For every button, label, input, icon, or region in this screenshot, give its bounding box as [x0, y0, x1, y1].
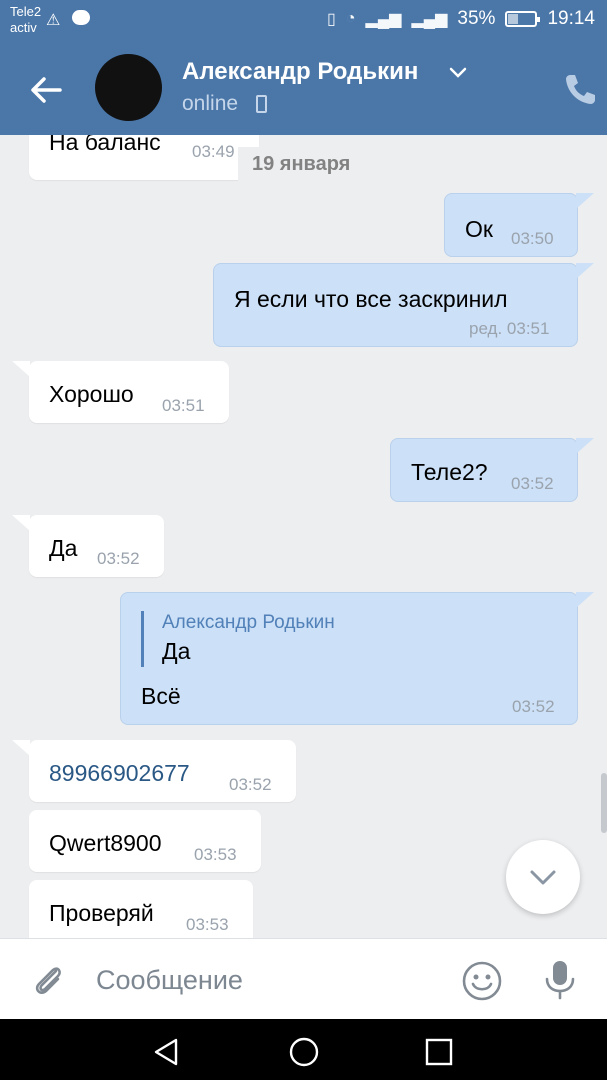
phone-icon[interactable] — [559, 68, 599, 108]
bubble-tail — [576, 263, 594, 279]
phone-number-link[interactable]: 89966902677 — [49, 760, 190, 787]
nav-home-icon[interactable] — [287, 1035, 321, 1069]
battery-percent: 35% — [457, 8, 496, 29]
message-outgoing[interactable]: Ок 03:50 — [444, 193, 578, 257]
signal-icon-2: ▂▄▆ — [411, 11, 448, 28]
message-time: 03:51 — [162, 396, 205, 415]
message-text: На баланс — [49, 135, 161, 155]
carrier-label: Tele2 activ — [10, 4, 41, 36]
reply-author: Александр Родькин — [162, 612, 335, 633]
reply-text: Да — [162, 638, 191, 664]
message-time: 03:53 — [186, 915, 229, 934]
back-arrow-icon[interactable] — [26, 70, 66, 110]
message-text: Я если что все заскринил — [234, 286, 508, 312]
nav-back-icon[interactable] — [150, 1035, 184, 1069]
bubble-tail — [576, 438, 594, 454]
message-time-value: 03:51 — [506, 319, 550, 338]
message-outgoing-reply[interactable]: Александр Родькин Да Всё 03:52 — [120, 592, 578, 725]
mobile-icon — [256, 95, 267, 113]
message-composer — [0, 938, 607, 1019]
message-incoming[interactable]: Проверяй 03:53 — [29, 880, 253, 938]
smile-icon[interactable] — [460, 959, 504, 1003]
scroll-down-icon — [530, 870, 556, 885]
chat-header: Александр Родькин online — [0, 40, 607, 135]
clock: 19:14 — [547, 8, 595, 29]
carrier-status: activ — [10, 20, 37, 35]
chat-notification-icon — [72, 10, 90, 25]
scroll-down-button[interactable] — [506, 840, 580, 914]
edited-label: ред. — [469, 319, 503, 338]
signal-icon: ▂▄▆ — [365, 11, 402, 28]
message-time: ред. 03:51 — [469, 319, 549, 339]
message-outgoing[interactable]: Я если что все заскринил ред. 03:51 — [213, 263, 578, 347]
message-incoming[interactable]: Хорошо 03:51 — [29, 361, 229, 423]
message-time: 03:49 — [192, 142, 235, 161]
status-right: ▯ ◔ ▂▄▆ ▂▄▆ 35% 19:14 — [327, 8, 595, 30]
vibrate-icon: ▯ — [327, 11, 336, 28]
carrier-name: Tele2 — [10, 4, 42, 19]
status-bar: Tele2 activ ⚠ ▯ ◔ ▂▄▆ ▂▄▆ 35% 19:14 — [0, 0, 607, 40]
contact-name[interactable]: Александр Родькин — [182, 58, 418, 86]
message-text: Проверяй — [49, 900, 154, 926]
battery-icon — [505, 11, 541, 27]
message-feed[interactable]: На баланс 03:49 19 января Ок 03:50 Я есл… — [0, 135, 607, 938]
chevron-down-icon[interactable] — [448, 66, 468, 80]
message-text: Всё — [141, 683, 181, 709]
system-nav-bar — [0, 1019, 607, 1080]
bubble-tail — [12, 515, 30, 531]
message-incoming[interactable]: Qwert8900 03:53 — [29, 810, 261, 872]
message-time: 03:52 — [511, 474, 554, 493]
message-text: Да — [49, 535, 78, 561]
attach-icon[interactable] — [28, 959, 68, 999]
message-text: Ок — [465, 216, 493, 242]
message-time: 03:52 — [512, 697, 555, 716]
reply-quote[interactable]: Александр Родькин Да — [141, 611, 335, 667]
message-time: 03:53 — [194, 845, 237, 864]
message-incoming[interactable]: На баланс 03:49 — [29, 135, 259, 180]
message-text: Qwert8900 — [49, 830, 162, 856]
wifi-icon: ◔ — [345, 10, 356, 27]
message-time: 03:52 — [97, 549, 140, 568]
mic-icon[interactable] — [540, 957, 580, 1001]
message-time: 03:50 — [511, 229, 554, 248]
nav-recent-icon[interactable] — [422, 1035, 456, 1069]
avatar[interactable] — [95, 54, 162, 121]
message-incoming[interactable]: 89966902677 03:52 — [29, 740, 296, 802]
message-text: Хорошо — [49, 381, 134, 407]
message-text: Теле2? — [411, 459, 488, 485]
contact-status: online — [182, 92, 239, 115]
bubble-tail — [576, 592, 594, 608]
warning-icon: ⚠ — [46, 12, 61, 29]
scrollbar-thumb[interactable] — [601, 773, 607, 833]
bubble-tail — [12, 740, 30, 756]
bubble-tail — [576, 193, 594, 209]
message-input[interactable] — [96, 961, 436, 999]
message-incoming[interactable]: Да 03:52 — [29, 515, 164, 577]
message-time: 03:52 — [229, 775, 272, 794]
bubble-tail — [12, 361, 30, 377]
message-outgoing[interactable]: Теле2? 03:52 — [390, 438, 578, 502]
date-separator: 19 января — [238, 147, 365, 182]
